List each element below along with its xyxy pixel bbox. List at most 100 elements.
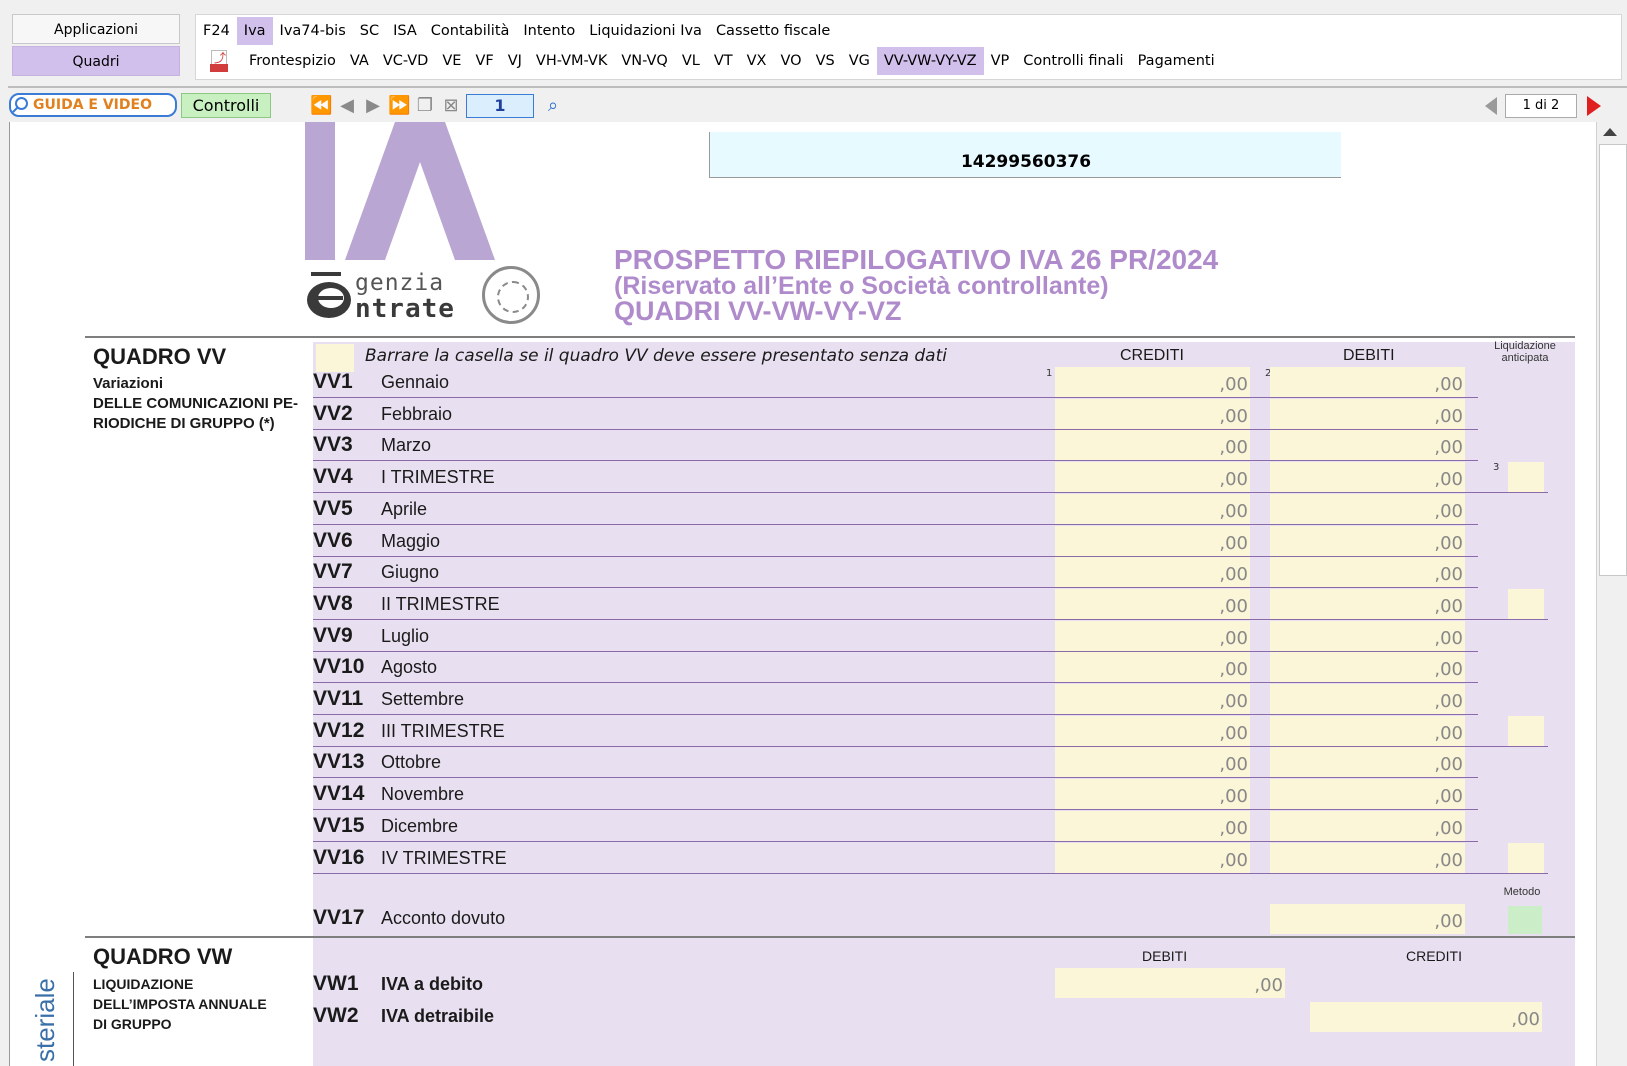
row-code: VV11 — [313, 687, 364, 710]
menu-item-iva[interactable]: Iva — [236, 17, 273, 45]
menu-item-cassetto-fiscale[interactable]: Cassetto fiscale — [709, 17, 837, 45]
quadro-tab-vl[interactable]: VL — [675, 47, 707, 75]
scroll-up-icon[interactable] — [1603, 128, 1617, 136]
crediti-field[interactable]: ,00 — [1055, 747, 1250, 778]
debiti-field[interactable]: ,00 — [1270, 779, 1465, 810]
row-code: VV8 — [313, 591, 353, 615]
crediti-field[interactable]: ,00 — [1055, 462, 1250, 493]
quadro-tab-va[interactable]: VA — [343, 47, 376, 75]
menu-item-iva74-bis[interactable]: Iva74-bis — [273, 17, 353, 45]
menu-item-contabilit-[interactable]: Contabilità — [424, 17, 517, 45]
document-toolbar: GUIDA E VIDEO Controlli ⏪ ◀ ▶ ⏩ ❐ ⊠ 1 ⌕ … — [0, 90, 1627, 122]
debiti-field[interactable]: ,00 — [1270, 684, 1465, 714]
vw1-debiti-field[interactable]: ,00 — [1055, 968, 1285, 998]
debiti-field[interactable]: ,00 — [1270, 747, 1465, 778]
menu-item-sc[interactable]: SC — [353, 17, 386, 45]
crediti-field[interactable]: ,00 — [1055, 430, 1250, 461]
row-code: VV13 — [313, 750, 365, 774]
vw-crediti-header: CREDITI — [1406, 948, 1462, 964]
quadro-tab-vp[interactable]: VP — [984, 47, 1017, 75]
vw2-crediti-field[interactable]: ,00 — [1310, 1002, 1542, 1032]
debiti-field[interactable]: ,00 — [1270, 652, 1465, 683]
pdf-icon[interactable]: ⤴ — [210, 50, 228, 72]
debiti-field[interactable]: ,00 — [1270, 367, 1465, 397]
crediti-field[interactable]: ,00 — [1055, 684, 1250, 714]
liquidazione-anticipata-field[interactable] — [1508, 462, 1544, 493]
vertical-scrollbar[interactable] — [1596, 122, 1627, 1066]
left-nav: Applicazioni Quadri — [12, 14, 180, 78]
menu-item-intento[interactable]: Intento — [516, 17, 582, 45]
row-label: III TRIMESTRE — [381, 720, 505, 741]
metodo-field[interactable] — [1508, 906, 1542, 934]
crediti-field[interactable]: ,00 — [1055, 715, 1250, 746]
liquidazione-anticipata-field[interactable] — [1508, 715, 1544, 746]
quadro-tab-controlli-finali[interactable]: Controlli finali — [1016, 47, 1130, 75]
new-page-icon[interactable]: ❐ — [414, 95, 436, 117]
crediti-field[interactable]: ,00 — [1055, 620, 1250, 651]
crediti-field[interactable]: ,00 — [1055, 398, 1250, 429]
debiti-field[interactable]: ,00 — [1270, 842, 1465, 873]
quadro-tab-vo[interactable]: VO — [773, 47, 808, 75]
next-page-icon[interactable]: ▶ — [362, 95, 384, 117]
row-label: IVA detraibile — [381, 1006, 495, 1026]
crediti-field[interactable]: ,00 — [1055, 493, 1250, 524]
menu-row-modules: F24 Iva Iva74-bis SC ISA Contabilità Intento Li… — [196, 16, 837, 46]
row-code: VV7 — [313, 560, 353, 584]
applicazioni-button[interactable]: Applicazioni — [12, 14, 180, 44]
debiti-field[interactable]: ,00 — [1270, 810, 1465, 841]
crediti-field[interactable]: ,00 — [1055, 779, 1250, 810]
crediti-field[interactable]: ,00 — [1055, 557, 1250, 588]
codice-fiscale-field[interactable]: 14299560376 — [709, 132, 1341, 178]
quadro-tab-pagamenti[interactable]: Pagamenti — [1131, 47, 1222, 75]
quadro-tab-vv-vw-vy-vz[interactable]: VV-VW-VY-VZ — [876, 47, 984, 75]
previous-page-icon[interactable]: ◀ — [336, 95, 358, 117]
last-page-icon[interactable]: ⏩ — [388, 95, 410, 117]
scrollbar-thumb[interactable] — [1599, 144, 1627, 576]
page-number-input[interactable]: 1 — [466, 94, 534, 118]
quadro-tab-vc-vd[interactable]: VC-VD — [376, 47, 436, 75]
row-label: Settembre — [381, 689, 465, 709]
debiti-field[interactable]: ,00 — [1270, 588, 1465, 619]
next-form-icon[interactable] — [1587, 96, 1601, 116]
previous-form-icon[interactable] — [1485, 97, 1497, 115]
guida-video-button[interactable]: GUIDA E VIDEO — [9, 93, 177, 117]
liquidazione-anticipata-field[interactable] — [1508, 588, 1544, 619]
crediti-field[interactable]: ,00 — [1055, 810, 1250, 841]
quadro-tab-vt[interactable]: VT — [707, 47, 740, 75]
crediti-field[interactable]: ,00 — [1055, 652, 1250, 683]
debiti-field[interactable]: ,00 — [1270, 715, 1465, 746]
menu-item-isa[interactable]: ISA — [386, 17, 424, 45]
quadri-button[interactable]: Quadri — [12, 46, 180, 76]
acconto-dovuto-field[interactable]: ,00 — [1270, 904, 1465, 934]
crediti-field[interactable]: ,00 — [1055, 367, 1250, 397]
quadro-tab-ve[interactable]: VE — [435, 47, 468, 75]
row-code: VV9 — [313, 623, 353, 647]
controlli-button[interactable]: Controlli — [181, 93, 271, 118]
first-page-icon[interactable]: ⏪ — [310, 95, 332, 117]
quadro-tab-vj[interactable]: VJ — [501, 47, 529, 75]
top-toolbar: Applicazioni Quadri F24 Iva Iva74-bis SC ISA… — [0, 0, 1627, 88]
quadro-tab-vx[interactable]: VX — [740, 47, 774, 75]
go-to-page-icon[interactable]: ⌕ — [542, 95, 564, 117]
menu-item-liquidazioni-iva[interactable]: Liquidazioni Iva — [582, 17, 709, 45]
liquidazione-anticipata-field[interactable] — [1508, 842, 1544, 873]
debiti-field[interactable]: ,00 — [1270, 557, 1465, 588]
crediti-field[interactable]: ,00 — [1055, 842, 1250, 873]
crediti-field[interactable]: ,00 — [1055, 525, 1250, 556]
quadro-tab-frontespizio[interactable]: Frontespizio — [242, 47, 343, 75]
debiti-field[interactable]: ,00 — [1270, 462, 1465, 493]
debiti-field[interactable]: ,00 — [1270, 430, 1465, 461]
menu-item-f24[interactable]: F24 — [196, 17, 237, 45]
quadro-tab-vs[interactable]: VS — [809, 47, 842, 75]
debiti-field[interactable]: ,00 — [1270, 620, 1465, 651]
crediti-field[interactable]: ,00 — [1055, 588, 1250, 619]
quadro-tab-vh-vm-vk[interactable]: VH-VM-VK — [529, 47, 614, 75]
debiti-field[interactable]: ,00 — [1270, 525, 1465, 556]
debiti-field[interactable]: ,00 — [1270, 398, 1465, 429]
quadro-tab-vf[interactable]: VF — [468, 47, 500, 75]
debiti-field[interactable]: ,00 — [1270, 493, 1465, 524]
quadro-tab-vn-vq[interactable]: VN-VQ — [614, 47, 674, 75]
delete-page-icon[interactable]: ⊠ — [440, 95, 462, 117]
crediti-header: CREDITI — [1120, 347, 1184, 364]
quadro-tab-vg[interactable]: VG — [842, 47, 877, 75]
